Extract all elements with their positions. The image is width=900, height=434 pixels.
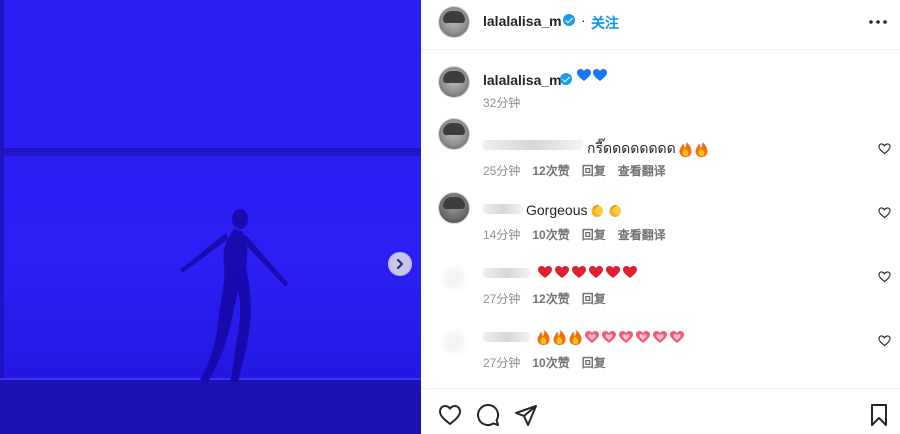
commenter-username-redacted	[483, 140, 583, 150]
caption-timestamp: 32分钟	[483, 96, 521, 110]
commenter-username-redacted	[483, 332, 531, 342]
comment-text-content: กรี๊ดดดดดดดด	[587, 140, 676, 156]
commenter-username-redacted	[483, 204, 523, 214]
heart-outline-icon	[878, 271, 891, 283]
comment-like-count[interactable]: 10次赞	[532, 354, 569, 371]
comment-translate-button[interactable]: 查看翻译	[618, 226, 666, 243]
commenter-avatar[interactable]	[438, 192, 470, 224]
comment-item: 27分钟 10次赞 回复	[421, 320, 900, 384]
comment-item: กรี๊ดดดดดดดด 25分钟 12次赞 回复 查看翻译	[421, 118, 900, 192]
comment-reply-button[interactable]: 回复	[582, 226, 606, 243]
post-media[interactable]	[0, 0, 421, 434]
comment-bubble-icon	[477, 404, 500, 426]
comment-meta: 25分钟 12次赞 回复 查看翻译	[483, 162, 666, 179]
comment-translate-button[interactable]: 查看翻译	[618, 162, 666, 179]
post-header: lalalalisa_m · 关注	[421, 0, 900, 50]
comment-timestamp: 14分钟	[483, 228, 521, 242]
comment-item: 27分钟 12次赞 回复	[421, 256, 900, 320]
follow-button[interactable]: 关注	[591, 13, 619, 33]
caption-text	[577, 69, 607, 82]
comment-button[interactable]	[476, 403, 500, 427]
pink-heart-icon	[653, 331, 667, 343]
red-heart-icon	[572, 266, 586, 278]
pink-heart-icon	[585, 331, 599, 343]
comment-reply-button[interactable]: 回复	[582, 290, 606, 307]
heart-outline-icon	[878, 207, 891, 219]
media-next-button[interactable]	[388, 252, 412, 276]
commenter-username-redacted	[483, 268, 531, 278]
post-action-bar	[421, 388, 900, 434]
red-heart-icon	[538, 266, 552, 278]
heart-outline-icon	[878, 143, 891, 155]
pink-heart-icon	[636, 331, 650, 343]
paper-plane-icon	[515, 405, 537, 426]
verified-badge-icon	[563, 14, 575, 26]
author-avatar[interactable]	[438, 6, 470, 38]
heart-outline-icon	[878, 335, 891, 347]
post-panel: lalalalisa_m · 关注 lalalalisa_m 32分钟 กรี๊…	[421, 0, 900, 434]
heart-outline-icon	[439, 405, 461, 425]
fire-icon	[695, 141, 708, 157]
comment-like-count[interactable]: 12次赞	[532, 290, 569, 307]
caption-username[interactable]: lalalalisa_m	[483, 72, 562, 88]
commenter-avatar-redacted[interactable]	[438, 326, 470, 358]
red-heart-icon	[606, 266, 620, 278]
red-heart-icon	[623, 266, 637, 278]
bookmark-icon	[871, 404, 887, 426]
chevron-right-icon	[397, 259, 403, 269]
comment-like-button[interactable]	[878, 334, 891, 347]
share-button[interactable]	[514, 403, 538, 427]
red-heart-icon	[589, 266, 603, 278]
post-caption: lalalalisa_m 32分钟	[421, 52, 900, 118]
caption-avatar[interactable]	[438, 66, 470, 98]
fire-icon	[537, 330, 550, 345]
separator-dot: ·	[581, 12, 586, 28]
comment-meta: 27分钟 12次赞 回复	[483, 290, 606, 307]
comment-like-count[interactable]: 10次赞	[532, 226, 569, 243]
comment-text: กรี๊ดดดดดดดด	[587, 138, 708, 160]
red-heart-icon	[555, 266, 569, 278]
pink-heart-icon	[619, 331, 633, 343]
dancer-silhouette	[180, 209, 288, 382]
comment-like-button[interactable]	[878, 270, 891, 283]
comment-like-button[interactable]	[878, 206, 891, 219]
comment-text: Gorgeous	[526, 202, 623, 218]
comment-timestamp: 27分钟	[483, 292, 521, 306]
pink-heart-icon	[602, 331, 616, 343]
comment-reply-button[interactable]: 回复	[582, 354, 606, 371]
clapping-hands-icon	[609, 204, 622, 217]
verified-badge-icon	[560, 73, 572, 85]
commenter-avatar-redacted[interactable]	[438, 262, 470, 294]
media-edge	[0, 0, 4, 434]
comment-like-button[interactable]	[878, 142, 891, 155]
fire-icon	[679, 141, 692, 157]
comment-like-count[interactable]: 12次赞	[532, 162, 569, 179]
comment-meta: 14分钟 10次赞 回复 查看翻译	[483, 226, 666, 243]
media-floor	[0, 380, 421, 434]
comment-reply-button[interactable]: 回复	[582, 162, 606, 179]
fire-icon	[569, 330, 582, 345]
blue-heart-icon	[593, 69, 607, 81]
comment-item: Gorgeous 14分钟 10次赞 回复 查看翻译	[421, 192, 900, 256]
more-options-button[interactable]	[867, 12, 889, 32]
comment-timestamp: 25分钟	[483, 164, 521, 178]
pink-heart-icon	[670, 331, 684, 343]
like-button[interactable]	[438, 403, 462, 427]
save-button[interactable]	[867, 403, 891, 427]
author-username[interactable]: lalalalisa_m	[483, 13, 562, 29]
fire-icon	[553, 330, 566, 345]
comment-text-content: Gorgeous	[526, 202, 588, 218]
more-options-icon	[869, 20, 887, 24]
blue-heart-icon	[577, 69, 591, 81]
comment-text	[534, 330, 684, 345]
comment-timestamp: 27分钟	[483, 356, 521, 370]
comment-text	[535, 266, 637, 279]
clapping-hands-icon	[591, 204, 604, 217]
media-rail-shadow	[0, 148, 421, 156]
comment-meta: 27分钟 10次赞 回复	[483, 354, 606, 371]
commenter-avatar[interactable]	[438, 118, 470, 150]
